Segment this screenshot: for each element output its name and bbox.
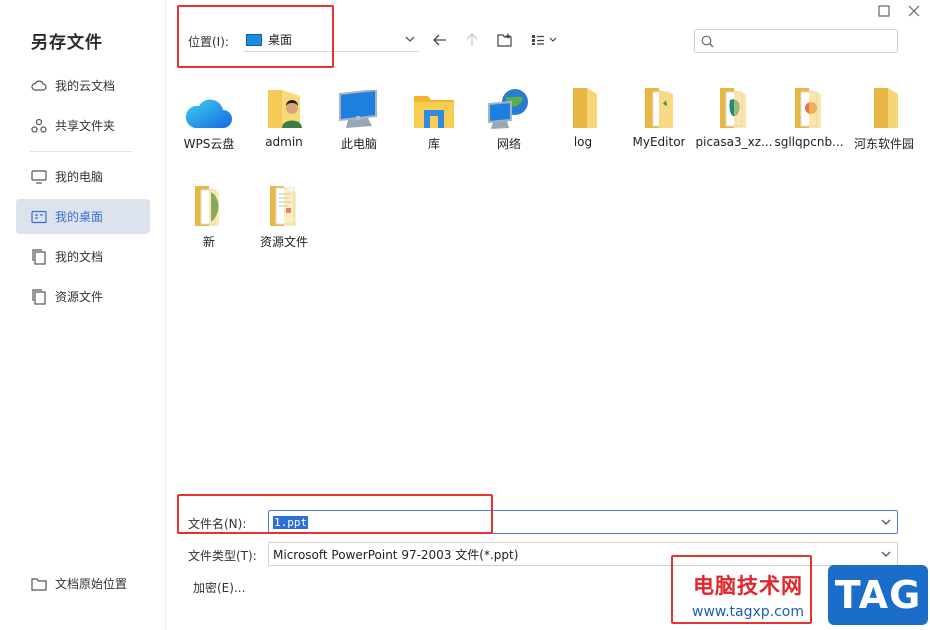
library-icon xyxy=(409,82,459,130)
dialog-title: 另存文件 xyxy=(31,33,103,53)
network-icon xyxy=(484,82,534,130)
filename-label: 文件名(N): xyxy=(188,517,247,531)
close-icon xyxy=(908,5,920,17)
file-item-myeditor[interactable]: MyEditor xyxy=(619,82,699,170)
maximize-icon xyxy=(878,5,890,17)
folder-icon xyxy=(859,82,909,130)
share-folder-icon xyxy=(31,118,47,134)
file-item-library[interactable]: 库 xyxy=(394,82,474,170)
sidebar-item-label: 我的桌面 xyxy=(55,210,104,224)
filename-value: 1.ppt xyxy=(273,515,309,529)
arrow-left-icon xyxy=(433,34,446,46)
file-item-picasa3[interactable]: picasa3_xz... xyxy=(694,82,774,170)
wps-cloud-icon xyxy=(184,82,234,130)
chevron-down-icon xyxy=(405,36,415,42)
file-name: 河东软件园 xyxy=(853,137,914,151)
search-icon xyxy=(701,35,714,47)
list-view-icon xyxy=(532,35,557,45)
user-folder-icon xyxy=(259,82,309,130)
maximize-button[interactable] xyxy=(875,2,893,20)
folder-icon xyxy=(259,180,309,228)
watermark-site-name: 电脑技术网 xyxy=(693,574,803,598)
file-name: MyEditor xyxy=(632,135,686,149)
sidebar-item-my-documents[interactable]: 我的文档 xyxy=(16,239,150,274)
location-value: 桌面 xyxy=(268,33,293,47)
sidebar-item-resource-files[interactable]: 资源文件 xyxy=(16,279,150,314)
folder-icon xyxy=(784,82,834,130)
file-item-hedong[interactable]: 河东软件园 xyxy=(844,82,924,170)
file-name: 网络 xyxy=(496,137,521,151)
chevron-down-icon xyxy=(881,551,891,557)
file-name: 资源文件 xyxy=(259,235,308,249)
original-location-label: 文档原始位置 xyxy=(55,577,128,591)
desktop-icon xyxy=(246,33,262,46)
chevron-down-icon xyxy=(881,519,891,525)
location-label: 位置(I): xyxy=(188,35,229,49)
arrow-up-icon xyxy=(466,33,478,46)
filetype-label: 文件类型(T): xyxy=(188,549,257,563)
file-item-xin[interactable]: 新 xyxy=(169,180,249,268)
up-button[interactable] xyxy=(463,31,481,49)
this-pc-icon xyxy=(334,82,384,130)
new-folder-icon xyxy=(497,33,512,47)
sidebar: 另存文件 我的云文档 共享文件夹 我的电脑 我的桌面 我的文档 资源文件 文档原… xyxy=(0,0,166,630)
file-item-network[interactable]: 网络 xyxy=(469,82,549,170)
cloud-icon xyxy=(31,78,47,94)
watermark-tag-text: TAG xyxy=(834,573,922,617)
file-name: log xyxy=(573,135,593,149)
watermark-url: www.tagxp.com xyxy=(692,604,804,620)
file-item-wps-cloud[interactable]: WPS云盘 xyxy=(169,82,249,170)
sidebar-item-my-desktop[interactable]: 我的桌面 xyxy=(16,199,150,234)
folder-outline-icon xyxy=(31,577,47,591)
close-button[interactable] xyxy=(905,2,923,20)
folder-icon xyxy=(634,82,684,130)
encrypt-button[interactable]: 加密(E)... xyxy=(193,579,245,596)
desktop-icon xyxy=(31,209,47,225)
filetype-dropdown[interactable]: Microsoft PowerPoint 97-2003 文件(*.ppt) xyxy=(268,542,898,566)
file-item-admin[interactable]: admin xyxy=(244,82,324,170)
search-box[interactable] xyxy=(694,29,898,53)
folder-icon xyxy=(709,82,759,130)
file-name: admin xyxy=(265,135,303,149)
sidebar-item-label: 我的云文档 xyxy=(55,79,116,93)
view-mode-button[interactable] xyxy=(530,31,560,49)
sidebar-item-label: 资源文件 xyxy=(55,290,104,304)
search-input[interactable] xyxy=(720,34,890,48)
sidebar-divider xyxy=(30,151,133,152)
new-folder-button[interactable] xyxy=(496,31,514,49)
documents-icon xyxy=(31,248,47,265)
watermark-logo: TAG xyxy=(828,565,928,625)
computer-icon xyxy=(31,169,47,185)
filename-field[interactable]: 1.ppt xyxy=(268,510,898,534)
file-name: picasa3_xz... xyxy=(695,135,773,149)
back-button[interactable] xyxy=(431,31,449,49)
sidebar-item-label: 我的电脑 xyxy=(55,170,104,184)
folder-icon xyxy=(184,180,234,228)
resource-folder-icon xyxy=(31,288,47,305)
filetype-value: Microsoft PowerPoint 97-2003 文件(*.ppt) xyxy=(273,547,519,562)
sidebar-item-my-computer[interactable]: 我的电脑 xyxy=(16,159,150,194)
file-name: 库 xyxy=(427,137,440,151)
sidebar-item-label: 我的文档 xyxy=(55,250,104,264)
folder-icon xyxy=(558,82,608,130)
file-name: 新 xyxy=(202,235,215,249)
sidebar-item-shared-folder[interactable]: 共享文件夹 xyxy=(16,108,150,143)
sidebar-item-cloud-docs[interactable]: 我的云文档 xyxy=(16,68,150,103)
file-item-log[interactable]: log xyxy=(543,82,623,170)
sidebar-item-label: 共享文件夹 xyxy=(55,119,116,133)
file-item-this-pc[interactable]: 此电脑 xyxy=(319,82,399,170)
original-location-button[interactable]: 文档原始位置 xyxy=(31,575,127,592)
file-name: WPS云盘 xyxy=(183,137,235,151)
file-item-resources[interactable]: 资源文件 xyxy=(244,180,324,268)
file-item-sgllqpcnb[interactable]: sgllqpcnb... xyxy=(769,82,849,170)
file-name: 此电脑 xyxy=(340,137,377,151)
location-dropdown[interactable]: 桌面 xyxy=(244,28,419,52)
file-name: sgllqpcnb... xyxy=(774,135,844,149)
